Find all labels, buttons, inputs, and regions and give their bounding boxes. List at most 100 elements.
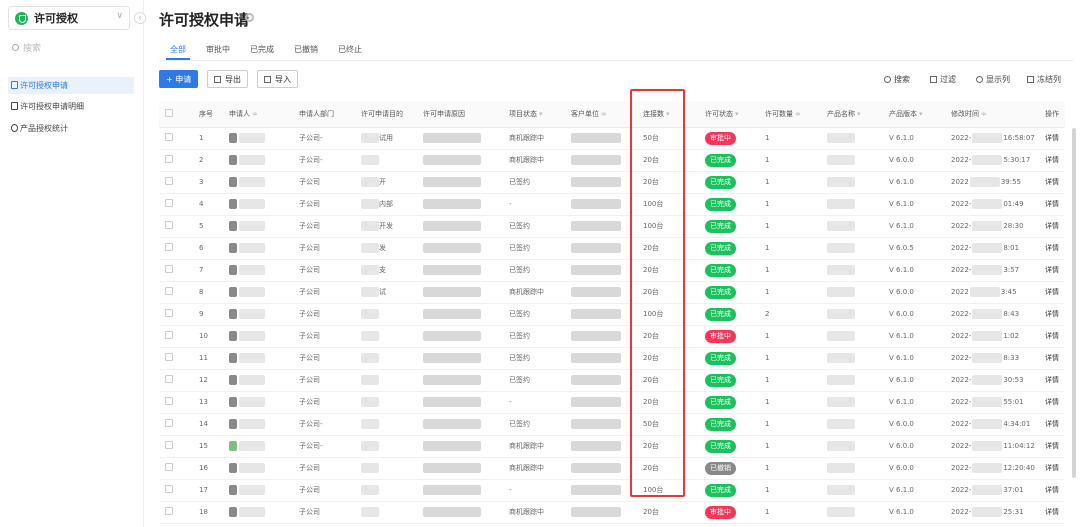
filter-tool[interactable]: 过滤 <box>930 74 956 85</box>
import-button[interactable]: 导入 <box>257 70 298 88</box>
col-header[interactable]: 客户单位 ≑ <box>565 101 637 128</box>
sidebar-item-product-stats[interactable]: 产品授权统计 <box>8 120 134 137</box>
col-header[interactable]: 产品版本 ▾ <box>883 101 945 128</box>
checkbox[interactable] <box>165 177 173 185</box>
detail-link[interactable]: 详情 <box>1039 215 1065 238</box>
table-row[interactable]: 3 子公司 开 已签约 20台 已完成 1 V 6.1.0 2022 39:55 详情 <box>159 171 1065 194</box>
checkbox[interactable] <box>165 221 173 229</box>
row-select[interactable] <box>159 369 193 392</box>
table-row[interactable]: 1 子公司- 试用 商机跟踪中 50台 审批中 1 V 6.1.0 2022- 16:58:07 详… <box>159 127 1065 150</box>
checkbox[interactable] <box>165 108 173 117</box>
tab-terminated[interactable]: 已终止 <box>338 44 362 55</box>
checkbox[interactable] <box>165 485 173 493</box>
table-row[interactable]: 5 子公司 开发 已签约 100台 已完成 1 V 6.1.0 2022- 28:30 详情 <box>159 215 1065 238</box>
table-row[interactable]: 13 子公司 - 20台 已完成 1 V 6.1.0 2022- 55:01 详情 <box>159 391 1065 414</box>
checkbox[interactable] <box>165 419 173 427</box>
vertical-scrollbar[interactable] <box>1072 128 1076 478</box>
checkbox[interactable] <box>165 397 173 405</box>
app-switcher[interactable]: 许可授权 ∨ <box>8 6 130 30</box>
detail-link[interactable]: 详情 <box>1039 479 1065 502</box>
checkbox[interactable] <box>165 309 173 317</box>
detail-link[interactable]: 详情 <box>1039 303 1065 326</box>
checkbox[interactable] <box>165 353 173 361</box>
row-select[interactable] <box>159 171 193 194</box>
table-row[interactable]: 16 子公司 商机跟踪中 20台 已撤销 1 V 6.0.0 2022- 12:20:40 详情 <box>159 457 1065 480</box>
row-select[interactable] <box>159 193 193 216</box>
table-row[interactable]: 12 子公司 已签约 20台 已完成 1 V 6.1.0 2022- 30:53 详情 <box>159 369 1065 392</box>
detail-link[interactable]: 详情 <box>1039 325 1065 348</box>
sort-icon[interactable]: ▾ <box>919 110 923 118</box>
gear-icon[interactable] <box>245 13 254 22</box>
detail-link[interactable]: 详情 <box>1039 391 1065 414</box>
table-row[interactable]: 8 子公司 试 商机跟踪中 20台 已完成 1 V 6.0.0 2022 3:45 详情 <box>159 281 1065 304</box>
tab-in-approval[interactable]: 审批中 <box>206 44 230 55</box>
col-header[interactable]: 项目状态 ▾ <box>503 101 565 128</box>
tab-all[interactable]: 全部 <box>166 44 190 60</box>
row-select[interactable] <box>159 479 193 502</box>
sidebar-item-license-details[interactable]: 许可授权申请明细 <box>8 98 134 115</box>
table-row[interactable]: 15 子公司- 商机跟踪中 20台 已完成 1 V 6.0.0 2022- 11:04:12 详情 <box>159 435 1065 458</box>
detail-link[interactable]: 详情 <box>1039 237 1065 260</box>
checkbox[interactable] <box>165 287 173 295</box>
sort-icon[interactable]: ≑ <box>601 110 607 118</box>
columns-tool[interactable]: 显示列 <box>976 74 1010 85</box>
checkbox[interactable] <box>165 133 173 141</box>
table-row[interactable]: 14 子公司- 已签约 50台 已完成 1 V 6.0.0 2022- 4:34:01 详情 <box>159 413 1065 436</box>
table-row[interactable]: 17 子公司 - 100台 已完成 1 V 6.1.0 2022- 37:01 详情 <box>159 479 1065 502</box>
sidebar-search[interactable]: 搜索 <box>12 41 41 54</box>
sort-icon[interactable]: ≑ <box>795 110 801 118</box>
row-select[interactable] <box>159 435 193 458</box>
table-row[interactable]: 6 子公司 发 已签约 20台 已完成 1 V 6.0.5 2022- 8:01 详情 <box>159 237 1065 260</box>
table-row[interactable]: 2 子公司- 商机跟踪中 20台 已完成 1 V 6.0.0 2022- 5:30:17 详情 <box>159 149 1065 172</box>
row-select[interactable] <box>159 391 193 414</box>
sort-icon[interactable]: ▾ <box>539 110 543 118</box>
checkbox[interactable] <box>165 375 173 383</box>
detail-link[interactable]: 详情 <box>1039 413 1065 436</box>
table-row[interactable]: 7 子公司 支 已签约 20台 已完成 1 V 6.1.0 2022- 3:57 详情 <box>159 259 1065 282</box>
select-all-header[interactable] <box>159 101 193 128</box>
sort-icon[interactable]: ▾ <box>666 110 670 118</box>
detail-link[interactable]: 详情 <box>1039 149 1065 172</box>
detail-link[interactable]: 详情 <box>1039 347 1065 370</box>
detail-link[interactable]: 详情 <box>1039 281 1065 304</box>
row-select[interactable] <box>159 501 193 524</box>
checkbox[interactable] <box>165 155 173 163</box>
sort-icon[interactable]: ≑ <box>252 110 258 118</box>
table-row[interactable]: 10 子公司 已签约 20台 审批中 1 V 6.1.0 2022- 1:02 详情 <box>159 325 1065 348</box>
table-row[interactable]: 18 子公司 商机跟踪中 20台 审批中 1 V 6.1.0 2022- 25:31 详情 <box>159 501 1065 524</box>
detail-link[interactable]: 详情 <box>1039 457 1065 480</box>
col-header[interactable]: 许可数量 ≑ <box>759 101 821 128</box>
sidebar-item-license-application[interactable]: 许可授权申请 <box>8 77 134 94</box>
row-select[interactable] <box>159 347 193 370</box>
detail-link[interactable]: 详情 <box>1039 127 1065 150</box>
tab-completed[interactable]: 已完成 <box>250 44 274 55</box>
col-header[interactable]: 连接数 ▾ <box>637 101 699 128</box>
checkbox[interactable] <box>165 507 173 515</box>
col-header[interactable]: 申请人 ≑ <box>223 101 293 128</box>
search-tool[interactable]: 搜索 <box>884 74 910 85</box>
checkbox[interactable] <box>165 243 173 251</box>
tab-revoked[interactable]: 已撤销 <box>294 44 318 55</box>
checkbox[interactable] <box>165 441 173 449</box>
checkbox[interactable] <box>165 265 173 273</box>
freeze-tool[interactable]: 冻结列 <box>1027 74 1061 85</box>
checkbox[interactable] <box>165 331 173 339</box>
row-select[interactable] <box>159 303 193 326</box>
row-select[interactable] <box>159 281 193 304</box>
detail-link[interactable]: 详情 <box>1039 369 1065 392</box>
detail-link[interactable]: 详情 <box>1039 193 1065 216</box>
detail-link[interactable]: 详情 <box>1039 259 1065 282</box>
sort-icon[interactable]: ≑ <box>981 110 987 118</box>
col-header[interactable]: 产品名称 ▾ <box>821 101 883 128</box>
checkbox[interactable] <box>165 463 173 471</box>
col-header[interactable]: 修改时间 ≑ <box>945 101 1039 128</box>
checkbox[interactable] <box>165 199 173 207</box>
table-row[interactable]: 11 子公司 已签约 20台 已完成 1 V 6.1.0 2022- 8:33 详情 <box>159 347 1065 370</box>
collapse-sidebar-button[interactable]: ‹ <box>134 12 146 24</box>
row-select[interactable] <box>159 325 193 348</box>
row-select[interactable] <box>159 127 193 150</box>
export-button[interactable]: 导出 <box>207 70 248 88</box>
sort-icon[interactable]: ▾ <box>857 110 861 118</box>
detail-link[interactable]: 详情 <box>1039 435 1065 458</box>
row-select[interactable] <box>159 457 193 480</box>
